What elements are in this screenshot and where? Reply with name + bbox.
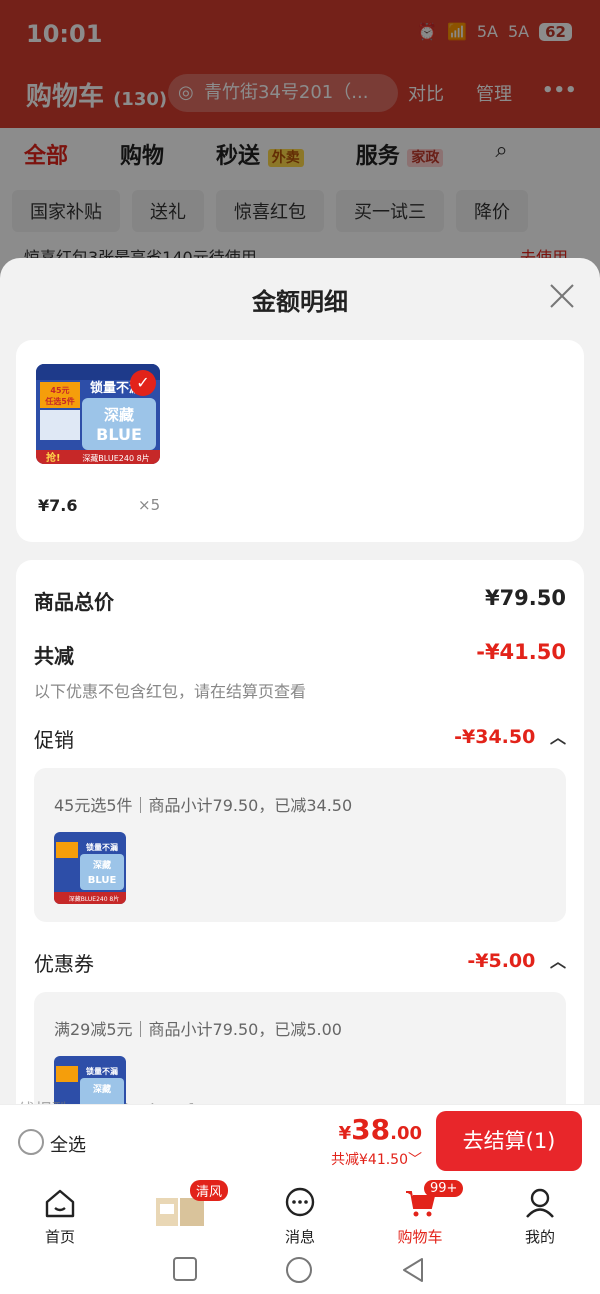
svg-text:深藏: 深藏 xyxy=(93,859,111,871)
nav-me[interactable]: 我的 xyxy=(480,1178,600,1248)
coupon-desc: 满29减5元｜商品小计79.50，已减5.00 xyxy=(54,1020,342,1039)
home-button-icon[interactable] xyxy=(285,1256,313,1284)
nav-cart[interactable]: 99+ 购物车 xyxy=(360,1178,480,1248)
promo-row[interactable]: 促销 -¥34.50 ︿ xyxy=(34,724,566,753)
back-icon[interactable] xyxy=(400,1256,426,1284)
thumb-text-45: 45元 xyxy=(50,386,69,395)
discount-row: 共减 -¥41.50 xyxy=(34,640,566,669)
background-app: 10:01 ⏰ 📶 5A 5A 62 购物车 (130) ◎ 青竹街34号201… xyxy=(0,0,600,300)
saving-summary[interactable]: 共减¥41.50﹀ xyxy=(331,1149,422,1169)
total-price-value: ¥79.50 xyxy=(484,586,566,610)
svg-text:深藏: 深藏 xyxy=(93,1083,111,1095)
product-card: 45元 任选5件 锁量不漏 深藏 BLUE 抢! 深藏BLUE240 8片 ✓ … xyxy=(16,340,584,542)
amount-detail-sheet: 金额明细 45元 任选5件 锁量不漏 深藏 BLUE 抢! 深藏BLUE240 … xyxy=(0,258,600,1104)
thumb-text-grab: 抢! xyxy=(46,451,61,464)
coupon-detail-box: 满29减5元｜商品小计79.50，已减5.00 锁量不漏 深藏 xyxy=(34,992,566,1104)
coupon-row[interactable]: 优惠券 -¥5.00 ︿ xyxy=(34,948,566,977)
total-price-row: 商品总价 ¥79.50 xyxy=(34,586,566,615)
price-breakdown-card: 商品总价 ¥79.50 共减 -¥41.50 以下优惠不包含红包，请在结算页查看… xyxy=(16,560,584,1104)
svg-text:深藏BLUE240 8片: 深藏BLUE240 8片 xyxy=(69,895,120,903)
checkout-button[interactable]: 去结算(1) xyxy=(436,1111,582,1171)
promo-desc: 45元选5件｜商品小计79.50，已减34.50 xyxy=(54,796,353,815)
promo-badge: 清风 xyxy=(190,1180,229,1201)
recent-apps-icon[interactable] xyxy=(172,1256,198,1282)
system-nav-bar xyxy=(0,1248,600,1294)
close-icon[interactable] xyxy=(548,282,576,310)
checkout-bar: 全选 ¥38.00 共减¥41.50﹀ 去结算(1) xyxy=(0,1104,600,1178)
discount-note: 以下优惠不包含红包，请在结算页查看 xyxy=(34,682,307,701)
select-all-radio[interactable] xyxy=(18,1129,44,1155)
sheet-title: 金额明细 xyxy=(252,288,348,316)
product-thumbnail[interactable]: 45元 任选5件 锁量不漏 深藏 BLUE 抢! 深藏BLUE240 8片 ✓ xyxy=(36,364,160,464)
profile-icon xyxy=(526,1188,554,1218)
svg-text:锁量不漏: 锁量不漏 xyxy=(86,1066,118,1076)
promo-label: 促销 xyxy=(34,728,74,752)
promo-value: -¥34.50 xyxy=(454,726,536,748)
chevron-up-icon[interactable]: ︿ xyxy=(550,948,566,972)
nav-messages[interactable]: 消息 xyxy=(240,1178,360,1248)
thumb-text-deep: 深藏 xyxy=(104,406,134,424)
thumb-text-pick5: 任选5件 xyxy=(44,396,75,406)
product-price: ¥7.6 xyxy=(38,496,78,515)
selected-check-icon: ✓ xyxy=(130,370,156,396)
nav-home[interactable]: 首页 xyxy=(0,1178,120,1248)
svg-text:锁量不漏: 锁量不漏 xyxy=(86,842,118,852)
dim-overlay[interactable] xyxy=(0,0,600,300)
thumb-text-name: 深藏BLUE240 8片 xyxy=(82,453,149,463)
chevron-up-icon[interactable]: ︿ xyxy=(550,724,566,748)
promo-product-thumbnail[interactable]: 锁量不漏 深藏 BLUE 深藏BLUE240 8片 xyxy=(54,832,126,904)
nav-promo[interactable]: 清风 xyxy=(120,1178,240,1248)
bottom-nav: 首页 清风 消息 99+ 购物车 我的 xyxy=(0,1178,600,1248)
total-amount: ¥38.00 xyxy=(338,1113,422,1146)
promo-detail-box: 45元选5件｜商品小计79.50，已减34.50 锁量不漏 深藏 BLUE 深藏… xyxy=(34,768,566,922)
chevron-down-icon: ﹀ xyxy=(408,1152,422,1168)
svg-text:BLUE: BLUE xyxy=(88,875,117,886)
select-all-label[interactable]: 全选 xyxy=(50,1131,86,1157)
discount-value: -¥41.50 xyxy=(476,640,566,664)
total-price-label: 商品总价 xyxy=(34,590,114,614)
coupon-value: -¥5.00 xyxy=(467,950,536,972)
coupon-label: 优惠券 xyxy=(34,952,94,976)
thumb-text-blue: BLUE xyxy=(96,425,142,444)
discount-label: 共减 xyxy=(34,644,74,668)
product-quantity: ×5 xyxy=(138,496,161,514)
cart-badge: 99+ xyxy=(424,1180,464,1197)
message-icon xyxy=(285,1187,315,1217)
home-icon xyxy=(45,1189,75,1218)
